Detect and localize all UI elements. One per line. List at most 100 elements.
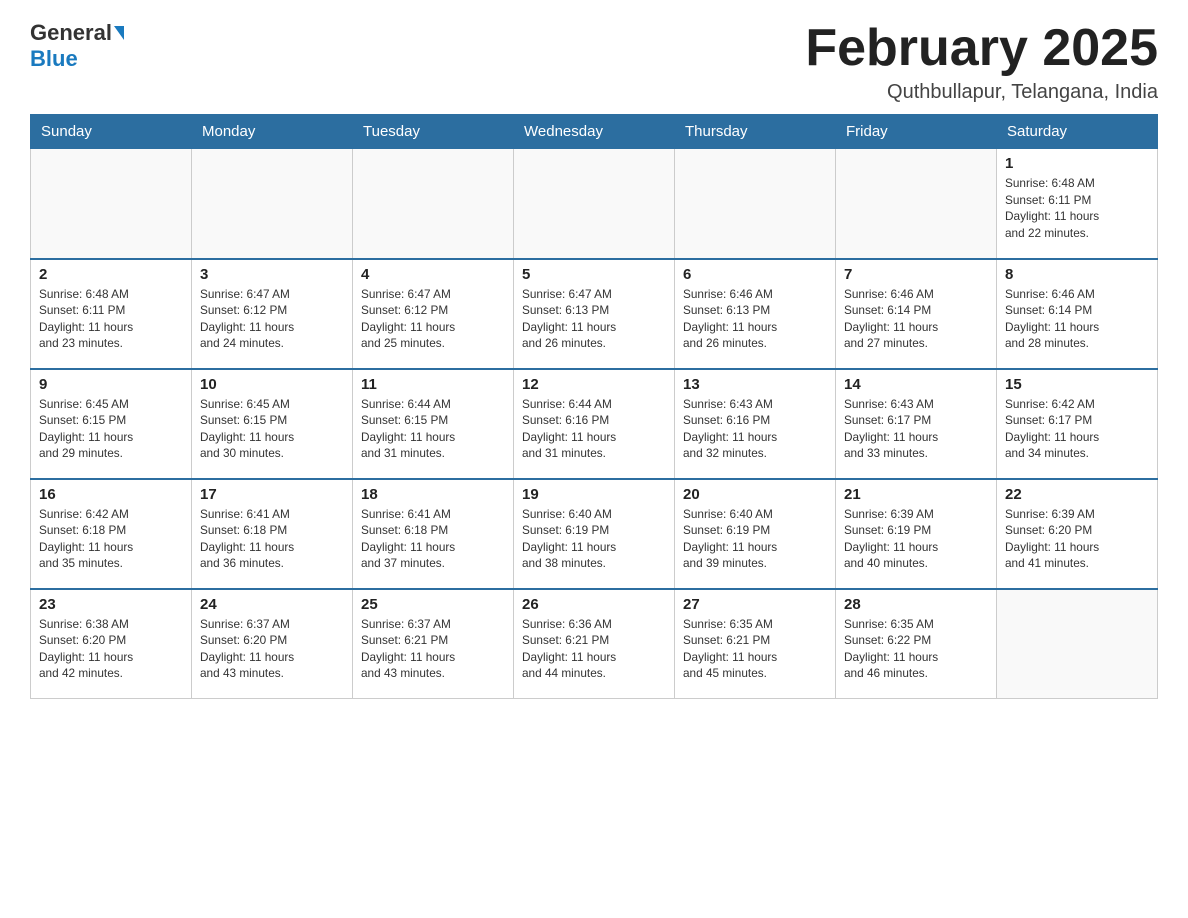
day-info: Sunrise: 6:47 AMSunset: 6:12 PMDaylight:… xyxy=(361,286,505,352)
day-info: Sunrise: 6:47 AMSunset: 6:12 PMDaylight:… xyxy=(200,286,344,352)
day-info: Sunrise: 6:39 AMSunset: 6:19 PMDaylight:… xyxy=(844,506,988,572)
calendar-week-row: 1 Sunrise: 6:48 AMSunset: 6:11 PMDaylight… xyxy=(31,149,1158,259)
logo: General Blue xyxy=(30,20,124,72)
day-number: 12 xyxy=(522,376,666,393)
day-info: Sunrise: 6:41 AMSunset: 6:18 PMDaylight:… xyxy=(361,506,505,572)
header-friday: Friday xyxy=(836,115,997,149)
day-info: Sunrise: 6:44 AMSunset: 6:15 PMDaylight:… xyxy=(361,396,505,462)
title-block: February 2025 Quthbullapur, Telangana, I… xyxy=(805,20,1158,104)
day-info: Sunrise: 6:38 AMSunset: 6:20 PMDaylight:… xyxy=(39,616,183,682)
day-info: Sunrise: 6:45 AMSunset: 6:15 PMDaylight:… xyxy=(200,396,344,462)
calendar-week-row: 2 Sunrise: 6:48 AMSunset: 6:11 PMDaylight… xyxy=(31,259,1158,369)
day-info: Sunrise: 6:40 AMSunset: 6:19 PMDaylight:… xyxy=(683,506,827,572)
table-row xyxy=(997,589,1158,699)
table-row: 15Sunrise: 6:42 AMSunset: 6:17 PMDayligh… xyxy=(997,369,1158,479)
day-info: Sunrise: 6:39 AMSunset: 6:20 PMDaylight:… xyxy=(1005,506,1149,572)
day-info: Sunrise: 6:48 AMSunset: 6:11 PMDaylight:… xyxy=(1005,175,1149,241)
day-number: 18 xyxy=(361,486,505,503)
table-row: 21 Sunrise: 6:39 AMSunset: 6:19 PMDayligh… xyxy=(836,479,997,589)
day-number: 14 xyxy=(844,376,988,393)
day-number: 20 xyxy=(683,486,827,503)
table-row: 8Sunrise: 6:46 AMSunset: 6:14 PMDaylight… xyxy=(997,259,1158,369)
day-number: 1 xyxy=(1005,155,1149,172)
page-header: General Blue February 2025 Quthbullapur,… xyxy=(30,20,1158,104)
table-row: 24 Sunrise: 6:37 AMSunset: 6:20 PMDayligh… xyxy=(192,589,353,699)
table-row: 17 Sunrise: 6:41 AMSunset: 6:18 PMDayligh… xyxy=(192,479,353,589)
calendar-week-row: 16 Sunrise: 6:42 AMSunset: 6:18 PMDayligh… xyxy=(31,479,1158,589)
header-wednesday: Wednesday xyxy=(514,115,675,149)
table-row: 19 Sunrise: 6:40 AMSunset: 6:19 PMDayligh… xyxy=(514,479,675,589)
day-info: Sunrise: 6:46 AMSunset: 6:13 PMDaylight:… xyxy=(683,286,827,352)
table-row: 20 Sunrise: 6:40 AMSunset: 6:19 PMDayligh… xyxy=(675,479,836,589)
day-info: Sunrise: 6:41 AMSunset: 6:18 PMDaylight:… xyxy=(200,506,344,572)
weekday-header-row: Sunday Monday Tuesday Wednesday Thursday… xyxy=(31,115,1158,149)
logo-blue-text: Blue xyxy=(30,46,78,72)
day-info: Sunrise: 6:45 AMSunset: 6:15 PMDaylight:… xyxy=(39,396,183,462)
day-number: 9 xyxy=(39,376,183,393)
table-row: 13 Sunrise: 6:43 AMSunset: 6:16 PMDayligh… xyxy=(675,369,836,479)
table-row: 7Sunrise: 6:46 AMSunset: 6:14 PMDaylight… xyxy=(836,259,997,369)
table-row: 26Sunrise: 6:36 AMSunset: 6:21 PMDayligh… xyxy=(514,589,675,699)
table-row: 9 Sunrise: 6:45 AMSunset: 6:15 PMDaylight… xyxy=(31,369,192,479)
day-number: 13 xyxy=(683,376,827,393)
table-row: 4 Sunrise: 6:47 AMSunset: 6:12 PMDaylight… xyxy=(353,259,514,369)
table-row: 11 Sunrise: 6:44 AMSunset: 6:15 PMDayligh… xyxy=(353,369,514,479)
calendar-location: Quthbullapur, Telangana, India xyxy=(805,81,1158,104)
day-number: 7 xyxy=(844,266,988,283)
calendar-title: February 2025 xyxy=(805,20,1158,77)
table-row: 27 Sunrise: 6:35 AMSunset: 6:21 PMDayligh… xyxy=(675,589,836,699)
table-row: 22 Sunrise: 6:39 AMSunset: 6:20 PMDayligh… xyxy=(997,479,1158,589)
day-info: Sunrise: 6:35 AMSunset: 6:21 PMDaylight:… xyxy=(683,616,827,682)
day-number: 3 xyxy=(200,266,344,283)
calendar-week-row: 9 Sunrise: 6:45 AMSunset: 6:15 PMDaylight… xyxy=(31,369,1158,479)
table-row: 28 Sunrise: 6:35 AMSunset: 6:22 PMDayligh… xyxy=(836,589,997,699)
day-info: Sunrise: 6:48 AMSunset: 6:11 PMDaylight:… xyxy=(39,286,183,352)
day-number: 25 xyxy=(361,596,505,613)
day-number: 26 xyxy=(522,596,666,613)
day-number: 16 xyxy=(39,486,183,503)
day-number: 28 xyxy=(844,596,988,613)
day-number: 24 xyxy=(200,596,344,613)
day-number: 19 xyxy=(522,486,666,503)
day-info: Sunrise: 6:40 AMSunset: 6:19 PMDaylight:… xyxy=(522,506,666,572)
table-row: 1 Sunrise: 6:48 AMSunset: 6:11 PMDaylight… xyxy=(997,149,1158,259)
table-row: 14 Sunrise: 6:43 AMSunset: 6:17 PMDayligh… xyxy=(836,369,997,479)
table-row: 16 Sunrise: 6:42 AMSunset: 6:18 PMDayligh… xyxy=(31,479,192,589)
day-info: Sunrise: 6:46 AMSunset: 6:14 PMDaylight:… xyxy=(1005,286,1149,352)
day-number: 4 xyxy=(361,266,505,283)
day-number: 22 xyxy=(1005,486,1149,503)
table-row: 12Sunrise: 6:44 AMSunset: 6:16 PMDayligh… xyxy=(514,369,675,479)
table-row: 25Sunrise: 6:37 AMSunset: 6:21 PMDayligh… xyxy=(353,589,514,699)
day-number: 27 xyxy=(683,596,827,613)
day-number: 10 xyxy=(200,376,344,393)
day-number: 5 xyxy=(522,266,666,283)
day-info: Sunrise: 6:43 AMSunset: 6:16 PMDaylight:… xyxy=(683,396,827,462)
table-row: 2 Sunrise: 6:48 AMSunset: 6:11 PMDaylight… xyxy=(31,259,192,369)
day-info: Sunrise: 6:35 AMSunset: 6:22 PMDaylight:… xyxy=(844,616,988,682)
day-info: Sunrise: 6:37 AMSunset: 6:20 PMDaylight:… xyxy=(200,616,344,682)
day-number: 21 xyxy=(844,486,988,503)
table-row: 5Sunrise: 6:47 AMSunset: 6:13 PMDaylight… xyxy=(514,259,675,369)
table-row: 18 Sunrise: 6:41 AMSunset: 6:18 PMDayligh… xyxy=(353,479,514,589)
logo-general-text: General xyxy=(30,20,112,46)
table-row xyxy=(514,149,675,259)
day-info: Sunrise: 6:43 AMSunset: 6:17 PMDaylight:… xyxy=(844,396,988,462)
table-row: 6 Sunrise: 6:46 AMSunset: 6:13 PMDaylight… xyxy=(675,259,836,369)
table-row: 3 Sunrise: 6:47 AMSunset: 6:12 PMDaylight… xyxy=(192,259,353,369)
day-info: Sunrise: 6:42 AMSunset: 6:18 PMDaylight:… xyxy=(39,506,183,572)
header-monday: Monday xyxy=(192,115,353,149)
calendar-table: Sunday Monday Tuesday Wednesday Thursday… xyxy=(30,114,1158,699)
day-number: 2 xyxy=(39,266,183,283)
header-thursday: Thursday xyxy=(675,115,836,149)
day-number: 11 xyxy=(361,376,505,393)
table-row: 23 Sunrise: 6:38 AMSunset: 6:20 PMDayligh… xyxy=(31,589,192,699)
header-tuesday: Tuesday xyxy=(353,115,514,149)
header-saturday: Saturday xyxy=(997,115,1158,149)
day-number: 17 xyxy=(200,486,344,503)
day-number: 23 xyxy=(39,596,183,613)
table-row xyxy=(192,149,353,259)
table-row xyxy=(353,149,514,259)
day-number: 15 xyxy=(1005,376,1149,393)
day-number: 6 xyxy=(683,266,827,283)
logo-triangle-icon xyxy=(114,26,124,40)
